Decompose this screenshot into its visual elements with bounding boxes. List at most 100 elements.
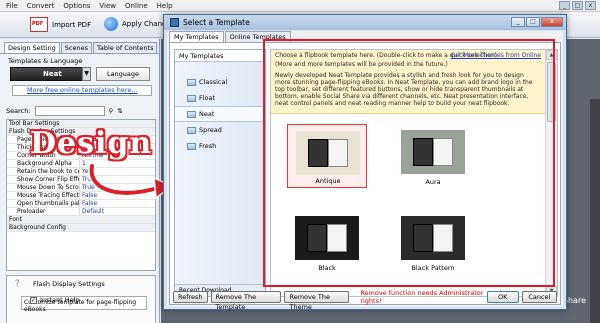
instant-help-checkbox[interactable]: ✓ (30, 296, 37, 304)
folder-icon (187, 126, 196, 134)
menu-convert[interactable]: Convert (27, 2, 55, 10)
property-row[interactable]: Font (7, 216, 155, 224)
category-header: My Templates (175, 50, 265, 62)
import-pdf-button[interactable]: Import PDF (30, 17, 91, 32)
property-name: Open thumbnails pallet (17, 200, 79, 207)
template-info-panel: Get More Themes from Online Choose a fli… (271, 50, 545, 114)
help-icon: ? (15, 279, 20, 289)
category-label: Neat (199, 110, 215, 118)
property-name: Background Alpha (17, 160, 72, 167)
category-item-fresh[interactable]: Fresh (175, 138, 265, 154)
menu-online[interactable]: Online (125, 2, 148, 10)
menu-bar: File Convert Options View Online Help _ … (0, 0, 600, 12)
tab-online-templates[interactable]: Online Templates (224, 31, 291, 42)
maximize-icon[interactable]: □ (572, 1, 583, 10)
category-item-neat[interactable]: Neat (175, 106, 265, 122)
menu-view[interactable]: View (99, 2, 116, 10)
apply-change-icon (104, 17, 118, 31)
template-label: Black Pattern (411, 264, 455, 272)
dialog-window-controls: _ □ x (511, 17, 563, 27)
search-input[interactable] (34, 106, 105, 116)
property-row[interactable]: Background Config (7, 224, 155, 232)
template-card[interactable]: Antique (287, 124, 367, 188)
template-preview-image (295, 216, 359, 260)
menu-options[interactable]: Options (63, 2, 90, 10)
property-group-label: Background Config (7, 224, 155, 231)
dialog-tab-content: My Templates Classical Float Neat Spread Fre… (169, 42, 561, 305)
close-icon[interactable]: x (585, 1, 596, 10)
more-themes-link[interactable]: Get More Themes from Online (451, 52, 541, 59)
select-template-dialog: Select a Template _ □ x My Templates Onl… (163, 14, 567, 311)
category-list: My Templates Classical Float Neat Spread Fre… (174, 49, 266, 297)
template-preview-image (401, 216, 465, 260)
window-controls: _ □ x (559, 1, 596, 10)
import-pdf-label: Import PDF (52, 20, 92, 29)
preview-side-strip (590, 99, 600, 323)
help-title: Flash Display Settings (33, 280, 105, 288)
category-label: Fresh (199, 142, 217, 150)
dialog-body: My Templates Online Templates My Templat… (167, 31, 563, 311)
search-icon[interactable]: ⚲ (109, 107, 114, 115)
templates-language-label: Templates & Language (8, 57, 83, 65)
cancel-button[interactable]: Cancel (521, 291, 557, 303)
template-card[interactable]: Black (287, 210, 367, 274)
folder-icon (187, 94, 196, 102)
menu-help[interactable]: Help (157, 2, 173, 10)
left-tabs: Design Setting Scenes Table of Contents (0, 42, 159, 54)
template-description: Newly developed Neat Template provides a… (275, 72, 533, 107)
tab-scenes[interactable]: Scenes (60, 42, 93, 53)
dialog-title: Select a Template (183, 18, 250, 27)
gallery-scrollbar[interactable]: ▲ ▼ (545, 50, 557, 296)
tab-table-of-contents[interactable]: Table of Contents (93, 42, 158, 53)
template-label: Black (318, 264, 336, 272)
help-box: ? Flash Display Settings Customize templ… (6, 275, 156, 323)
instant-help-label: Instant Help (40, 296, 80, 304)
info-line-2: (More and more templates will be provide… (275, 61, 448, 68)
ok-button[interactable]: OK (486, 291, 519, 303)
apply-change-button[interactable]: Apply Change (104, 17, 171, 31)
minimize-icon[interactable]: _ (559, 1, 570, 10)
category-label: Spread (199, 126, 222, 134)
language-button[interactable]: Language (96, 67, 150, 81)
template-preview-image (296, 131, 360, 175)
menu-file[interactable]: File (6, 2, 18, 10)
template-preview-image (401, 130, 465, 174)
remove-theme-button[interactable]: Remove The Theme (284, 291, 350, 311)
refresh-button[interactable]: Refresh (173, 291, 208, 303)
tab-design-setting[interactable]: Design Setting (4, 42, 60, 53)
property-name: Mouse Down To Scroll (17, 184, 79, 191)
scroll-thumb[interactable] (547, 62, 556, 122)
template-label: Aura (425, 178, 441, 186)
tab-my-templates[interactable]: My Templates (169, 31, 224, 42)
admin-warning: Remove function needs Administrator righ… (360, 289, 484, 305)
template-card[interactable]: Aura (393, 124, 473, 188)
dialog-maximize-icon[interactable]: □ (526, 17, 540, 27)
remove-template-button[interactable]: Remove The Template (210, 291, 282, 311)
folder-icon (187, 142, 196, 150)
scroll-up-icon[interactable]: ▲ (546, 50, 557, 60)
folder-icon (187, 110, 196, 118)
template-dropdown-icon[interactable]: ▼ (82, 67, 91, 81)
dialog-app-icon (170, 18, 179, 27)
dialog-tabs: My Templates Online Templates (169, 31, 292, 42)
folder-icon (187, 78, 196, 86)
category-item-spread[interactable]: Spread (175, 122, 265, 138)
more-templates-link[interactable]: More free online templates here... (12, 85, 152, 96)
category-item-classical[interactable]: Classical (175, 74, 265, 90)
sort-icon[interactable]: ⇅ (117, 107, 122, 115)
template-card[interactable]: Black Pattern (393, 210, 473, 274)
dialog-close-icon[interactable]: x (541, 17, 563, 27)
template-label: Antique (315, 177, 341, 185)
property-group-label: Font (7, 216, 155, 223)
callout-arrow-icon (88, 162, 174, 200)
dialog-minimize-icon[interactable]: _ (511, 17, 525, 27)
dialog-title-bar: Select a Template _ □ x (164, 15, 566, 30)
template-select[interactable]: Neat (10, 67, 90, 81)
property-name: Mouse Tracing Effect (17, 192, 79, 199)
search-label: Search: (6, 107, 31, 115)
pdf-icon (30, 17, 48, 32)
dialog-footer: Refresh Remove The Template Remove The T… (169, 289, 561, 311)
search-row: Search: ⚲ ⇅ (6, 106, 123, 116)
instant-help-toggle[interactable]: ✓ Instant Help (30, 296, 80, 304)
category-item-float[interactable]: Float (175, 90, 265, 106)
